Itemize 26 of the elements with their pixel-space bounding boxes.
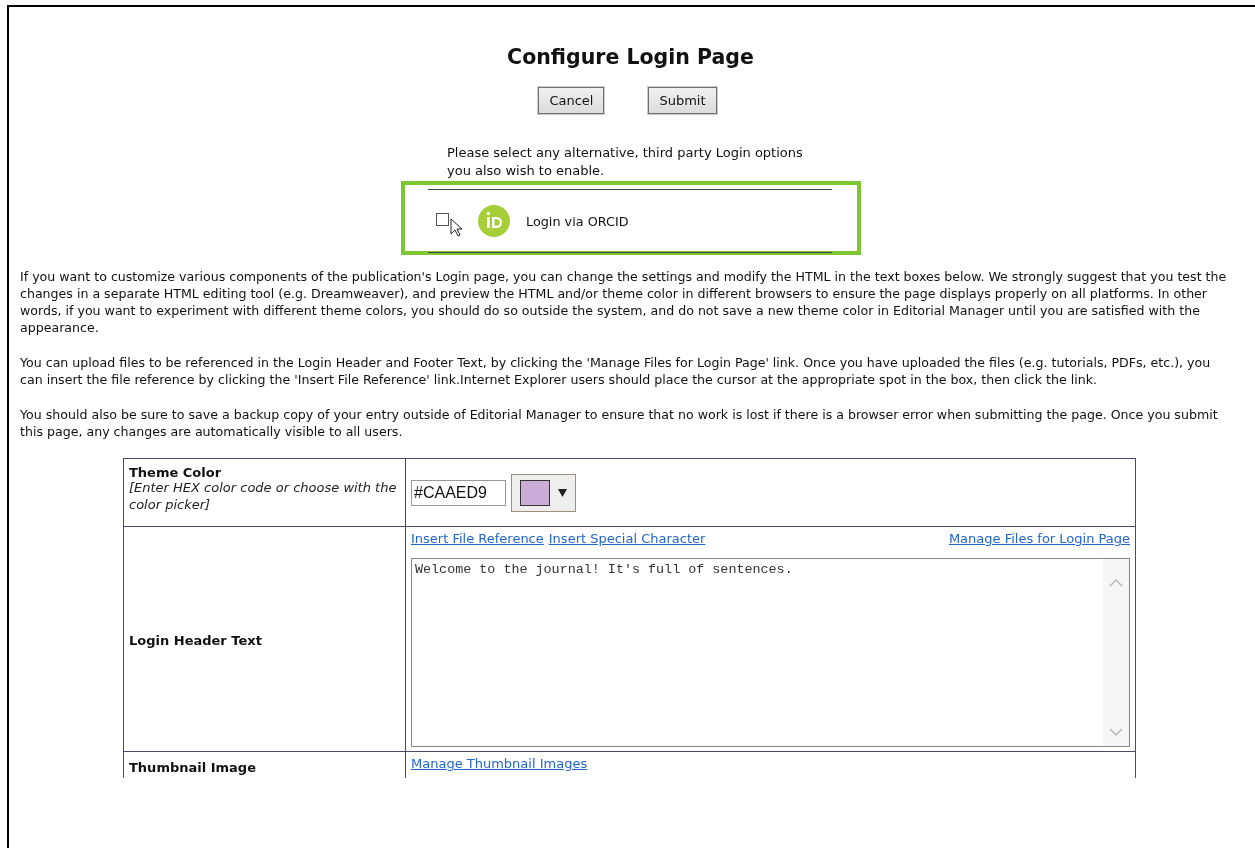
row-label: Theme Color <box>129 465 223 481</box>
instruction-text: Please select any alternative, third party Login options you also wish to enable. <box>447 144 804 180</box>
dropdown-caret-icon <box>558 488 567 497</box>
link[interactable]: Insert Special Character <box>548 531 706 547</box>
scroll-down-icon[interactable] <box>1109 728 1123 737</box>
html-text-area[interactable]: Welcome to the journal! It's full of sentences. <box>411 558 1130 748</box>
scroll-up-icon[interactable] <box>1109 579 1123 588</box>
option-label: Login via ORCID <box>526 213 629 229</box>
checkbox[interactable] <box>436 212 449 226</box>
field-hint: [Enter HEX color code or choose with the color picker] <box>129 480 398 514</box>
row-label: Login Header Text <box>129 632 263 648</box>
page-title: Configure Login Page <box>506 44 755 71</box>
link[interactable]: Manage Thumbnail Images <box>411 756 588 772</box>
link[interactable]: Manage Files for Login Page <box>948 531 1130 547</box>
action-button[interactable]: Submit <box>648 87 717 114</box>
color-picker[interactable] <box>511 473 576 512</box>
action-button[interactable]: Cancel <box>538 87 605 114</box>
row-label: Thumbnail Image <box>129 760 257 776</box>
link[interactable]: Insert File Reference <box>411 531 544 547</box>
mouse-pointer-icon <box>450 218 464 239</box>
id-badge-icon <box>478 205 510 238</box>
help-paragraph: If you want to customize various components of the publication's Login page, you can change the settings and modify the HTML in the text boxes below. We strongly suggest that you test the changes in a separate HTML editing tool (e.g. Dreamweaver), and preview the HTML and/or theme color in different browsers to ensure the page displays properly on all platforms. In other words, if you want to experiment with different theme colors, you should do so outside the system, and do not save a new theme color in Editorial Manager until you are satisfied with the appearance. <box>20 268 1228 337</box>
help-paragraph: You can upload files to be referenced in the Login Header and Footer Text, by clicking the 'Manage Files for Login Page' link. Once you have uploaded the files (e.g. tutorials, PDFs, etc.), you can insert the file reference by clicking the 'Insert File Reference' link.Internet Explorer users should place the cursor at the appropriate spot in the box, then click the link. <box>20 354 1212 389</box>
hex-color-field[interactable]: #CAAED9 <box>411 479 506 506</box>
scrollbar[interactable] <box>1103 559 1129 747</box>
help-paragraph: You should also be sure to save a backup copy of your entry outside of Editorial Manager to ensure that no work is lost if there is a browser error when submitting the page. Once you submit this page, any changes are automatically visible to all users. <box>20 406 1219 441</box>
